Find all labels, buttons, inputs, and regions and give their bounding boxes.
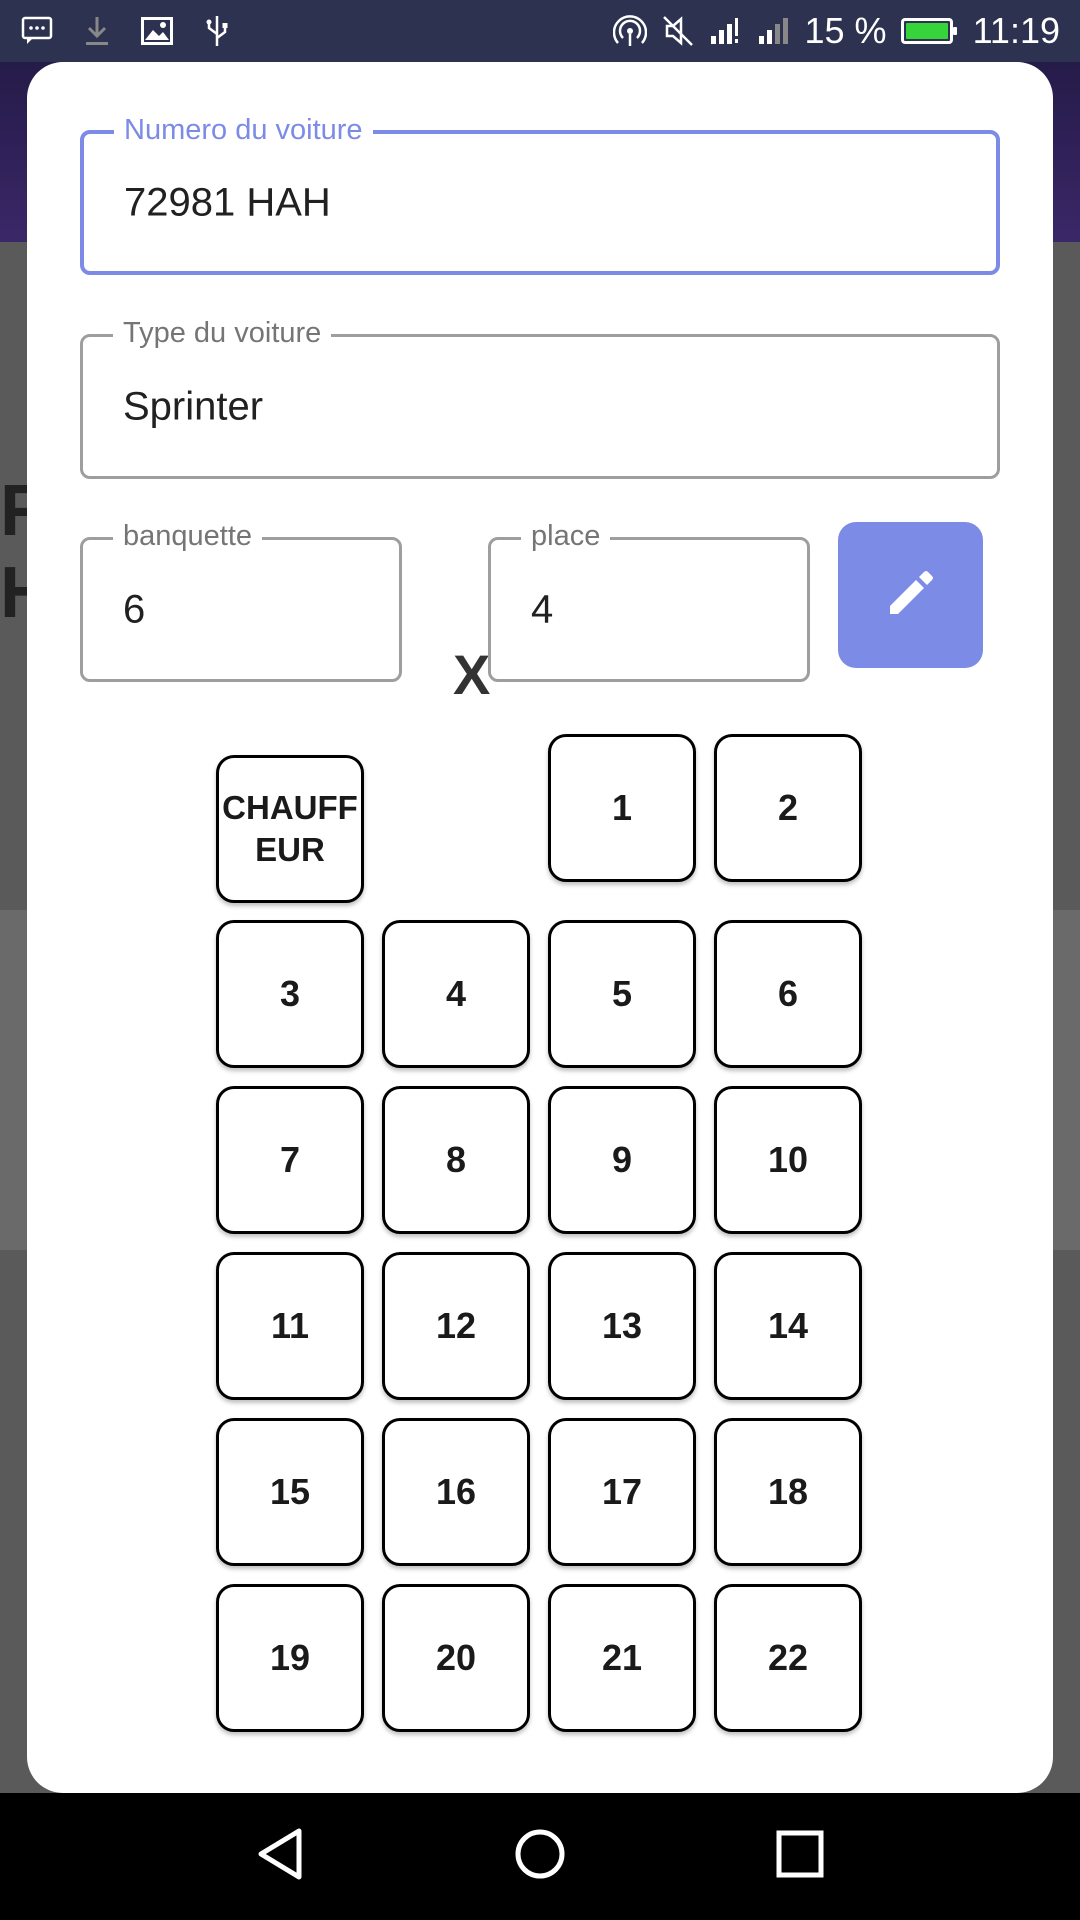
signal-icon xyxy=(709,14,743,48)
seat-number: 2 xyxy=(777,787,799,828)
car-type-field[interactable]: Type du voiture Sprinter xyxy=(80,317,1000,479)
seat-6[interactable]: 6 xyxy=(714,920,862,1068)
home-button[interactable] xyxy=(500,1817,580,1897)
times-symbol: X xyxy=(453,643,491,706)
seat-1[interactable]: 1 xyxy=(548,734,696,882)
seat-21[interactable]: 21 xyxy=(548,1584,696,1732)
seat-16[interactable]: 16 xyxy=(382,1418,530,1566)
car-number-label: Numero du voiture xyxy=(114,114,373,147)
seat-8[interactable]: 8 xyxy=(382,1086,530,1234)
battery-icon xyxy=(900,18,957,44)
seat-number: 16 xyxy=(435,1471,477,1512)
edit-button[interactable] xyxy=(838,522,983,668)
seat-2[interactable]: 2 xyxy=(714,734,862,882)
car-type-label: Type du voiture xyxy=(113,317,332,350)
seat-13[interactable]: 13 xyxy=(548,1252,696,1400)
seat-number: 12 xyxy=(435,1305,477,1346)
car-type-value: Sprinter xyxy=(123,384,264,428)
seat-5[interactable]: 5 xyxy=(548,920,696,1068)
seat-number: 21 xyxy=(601,1637,643,1678)
usb-icon xyxy=(200,14,234,48)
seat-number: 20 xyxy=(435,1637,477,1678)
seat-number: 19 xyxy=(269,1637,311,1678)
image-icon xyxy=(140,14,174,48)
seat-12[interactable]: 12 xyxy=(382,1252,530,1400)
seat-number: 4 xyxy=(445,973,467,1014)
seat-number: 10 xyxy=(767,1139,809,1180)
signal-2-icon xyxy=(757,14,791,48)
pencil-icon xyxy=(884,566,938,625)
seat-number: 17 xyxy=(601,1471,643,1512)
seat-14[interactable]: 14 xyxy=(714,1252,862,1400)
seat-number: 8 xyxy=(445,1139,467,1180)
seat-number: 15 xyxy=(269,1471,311,1512)
seat-number: 3 xyxy=(279,973,301,1014)
seat-7[interactable]: 7 xyxy=(216,1086,364,1234)
seat-3[interactable]: 3 xyxy=(216,920,364,1068)
seat-20[interactable]: 20 xyxy=(382,1584,530,1732)
rows-label: banquette xyxy=(113,520,263,553)
message-icon xyxy=(20,14,54,48)
navigation-bar xyxy=(0,1793,1080,1920)
seat-number: 9 xyxy=(611,1139,633,1180)
mute-icon xyxy=(661,14,695,48)
seat-11[interactable]: 11 xyxy=(216,1252,364,1400)
home-icon xyxy=(513,1827,567,1886)
rows-value: 6 xyxy=(123,587,146,631)
seats-label: place xyxy=(521,520,611,553)
back-button[interactable] xyxy=(240,1817,320,1897)
recents-icon xyxy=(775,1829,825,1884)
seats-field[interactable]: place 4 xyxy=(488,520,810,682)
seat-19[interactable]: 19 xyxy=(216,1584,364,1732)
seat-15[interactable]: 15 xyxy=(216,1418,364,1566)
seat-number: 6 xyxy=(777,973,799,1014)
clock: 11:19 xyxy=(972,10,1060,51)
status-bar: 15 % 11:19 xyxy=(0,0,1080,62)
seat-number: 5 xyxy=(611,973,633,1014)
car-number-field[interactable]: Numero du voiture 72981 HAH xyxy=(80,114,1000,275)
seat-number: 18 xyxy=(767,1471,809,1512)
seat-number: 13 xyxy=(601,1305,643,1346)
recents-button[interactable] xyxy=(760,1817,840,1897)
hotspot-icon xyxy=(612,14,647,48)
battery-percent: 15 % xyxy=(804,10,887,51)
seat-18[interactable]: 18 xyxy=(714,1418,862,1566)
seat-17[interactable]: 17 xyxy=(548,1418,696,1566)
seat-4[interactable]: 4 xyxy=(382,920,530,1068)
seat-9[interactable]: 9 xyxy=(548,1086,696,1234)
seat-22[interactable]: 22 xyxy=(714,1584,862,1732)
seat-number: 11 xyxy=(270,1305,310,1346)
seat-number: 7 xyxy=(279,1139,301,1180)
seats-value: 4 xyxy=(531,587,554,631)
download-icon xyxy=(80,14,114,48)
rows-field[interactable]: banquette 6 xyxy=(80,520,402,682)
car-number-value: 72981 HAH xyxy=(124,180,331,224)
driver-seat[interactable]: CHAUFF EUR xyxy=(216,755,364,903)
seat-number: 22 xyxy=(767,1637,809,1678)
seat-10[interactable]: 10 xyxy=(714,1086,862,1234)
driver-seat-label: CHAUFF EUR xyxy=(222,789,358,868)
seat-number: 1 xyxy=(611,787,633,828)
vehicle-dialog: Numero du voiture 72981 HAH Type du voit… xyxy=(27,62,1053,1793)
back-icon xyxy=(255,1827,305,1886)
seat-number: 14 xyxy=(767,1305,809,1346)
